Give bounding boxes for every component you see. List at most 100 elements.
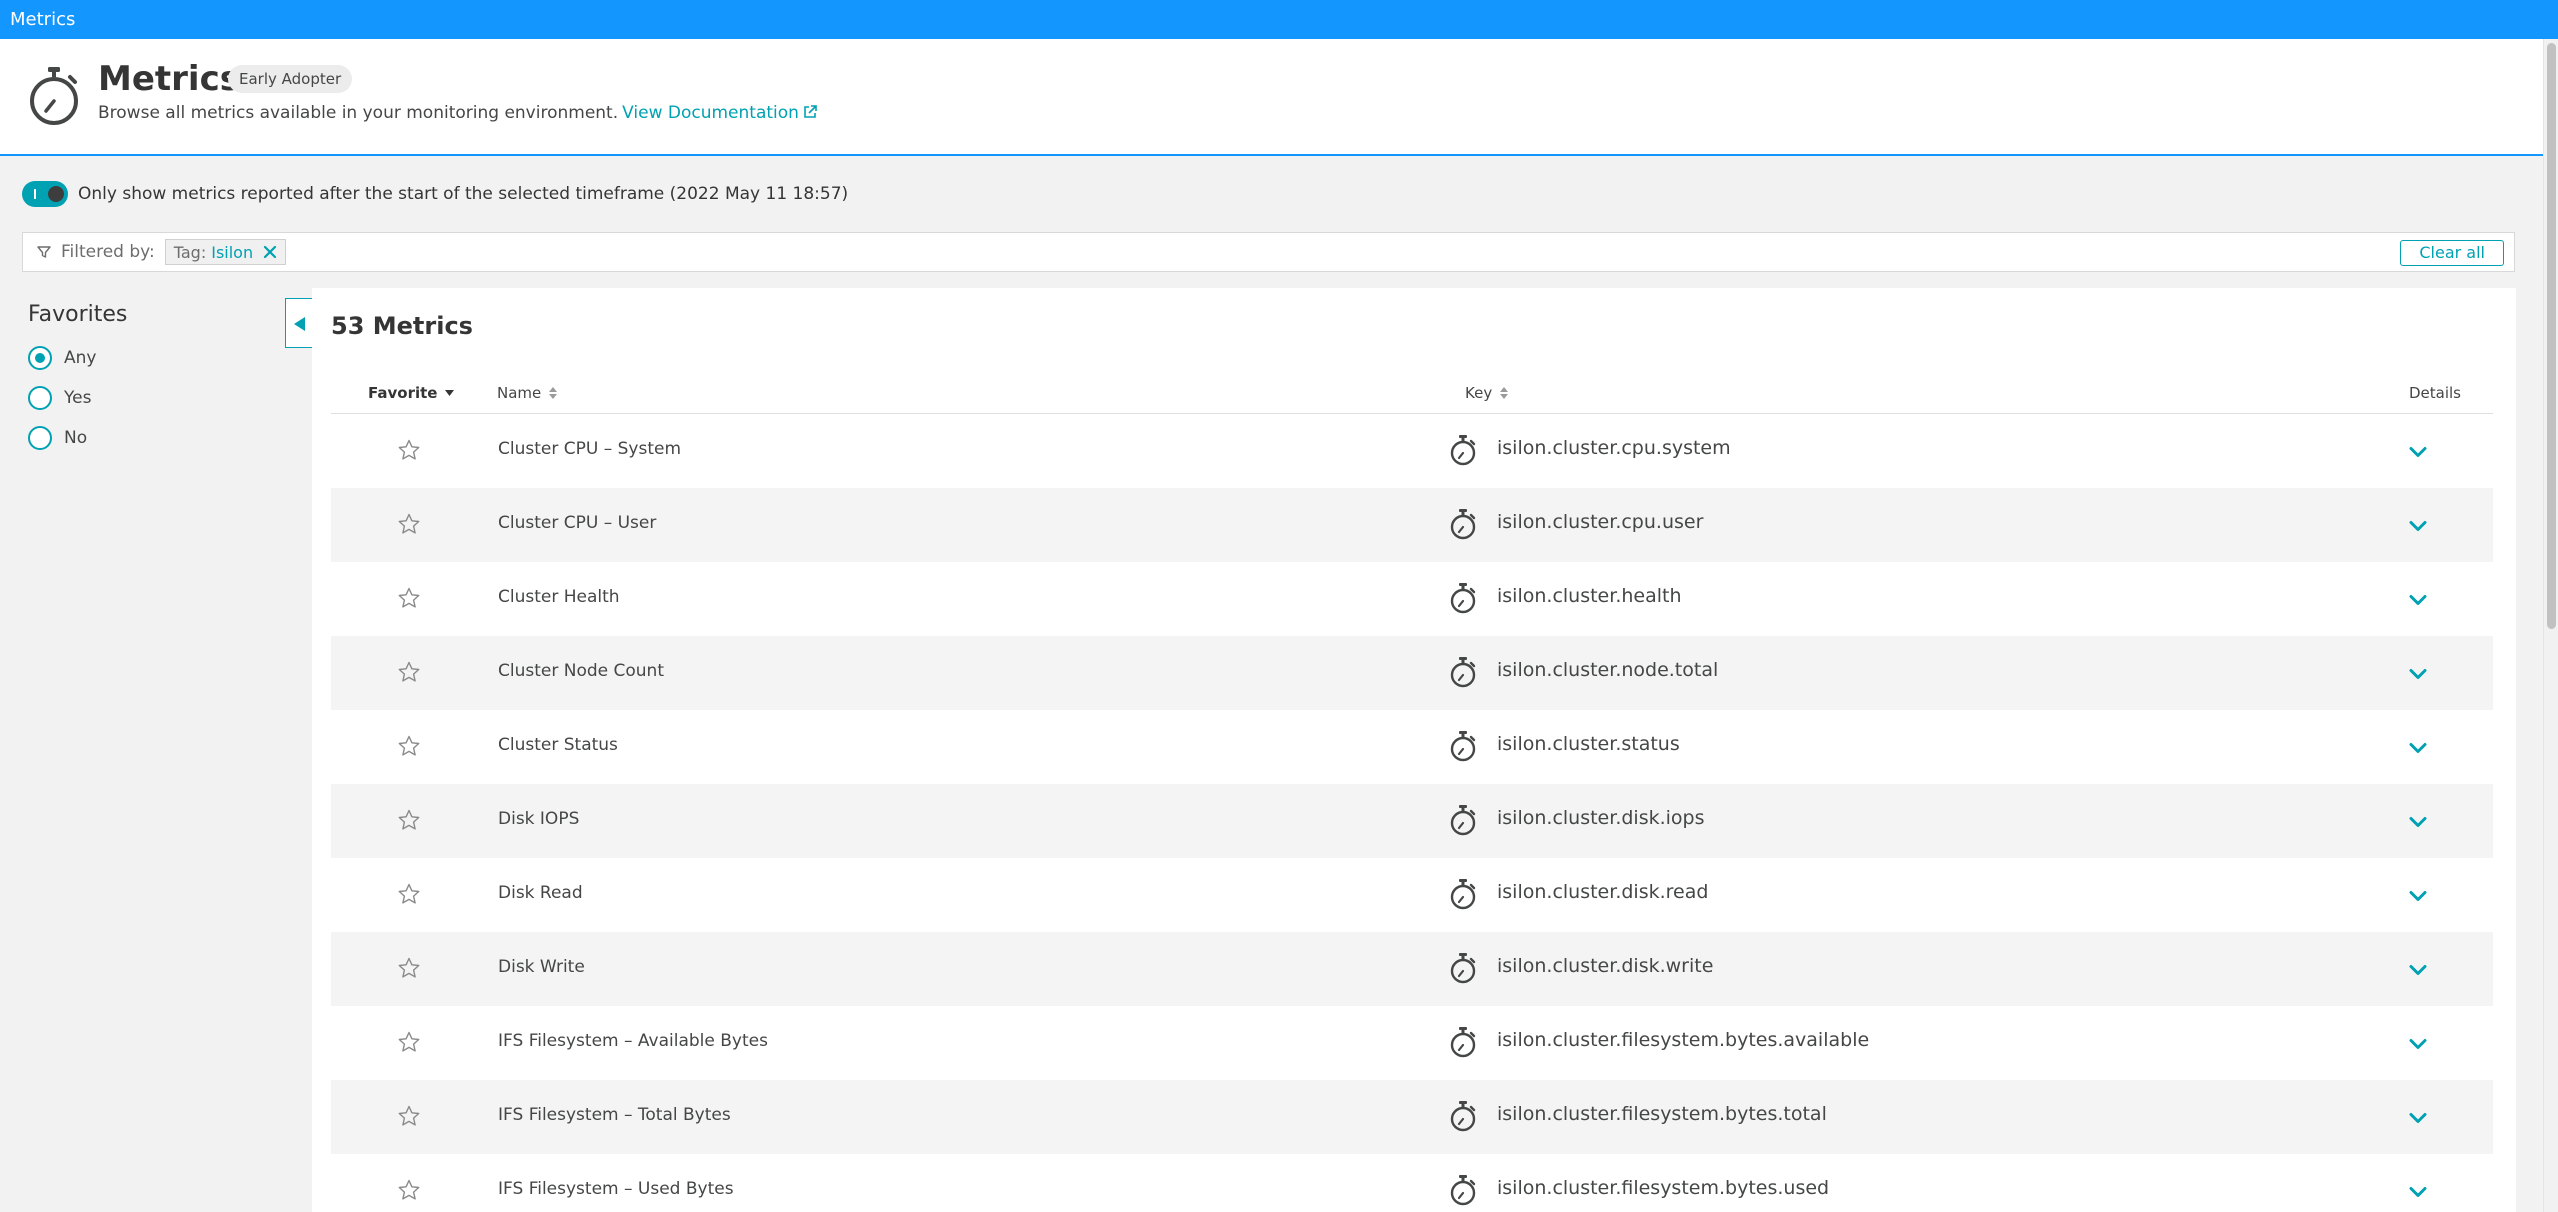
description-text: Browse all metrics available in your mon… — [98, 103, 619, 123]
stopwatch-icon — [1450, 953, 1476, 984]
table-row[interactable]: Cluster Health isilon.cluster.health — [331, 562, 2493, 636]
page-title: Metrics — [98, 59, 240, 99]
timeframe-toggle-row: Only show metrics reported after the sta… — [22, 180, 848, 208]
metric-key: isilon.cluster.cpu.system — [1497, 437, 1731, 459]
table-row[interactable]: Cluster CPU – System isilon.cluster.cpu.… — [331, 414, 2493, 488]
chevron-down-icon[interactable] — [2406, 662, 2430, 686]
favorites-option-any[interactable]: Any — [28, 346, 96, 370]
external-link-icon — [804, 105, 817, 118]
funnel-icon — [37, 246, 51, 258]
metric-name[interactable]: Cluster Node Count — [498, 661, 664, 681]
metric-name[interactable]: IFS Filesystem – Total Bytes — [498, 1105, 731, 1125]
caret-left-icon — [294, 317, 305, 331]
chevron-down-icon[interactable] — [2406, 810, 2430, 834]
metric-key: isilon.cluster.filesystem.bytes.used — [1497, 1177, 1830, 1199]
clear-all-button[interactable]: Clear all — [2400, 240, 2504, 266]
sidebar: Favorites Any Yes No — [0, 288, 310, 1212]
radio-button[interactable] — [28, 426, 52, 450]
view-documentation-link[interactable]: View Documentation — [622, 103, 817, 123]
metric-key: isilon.cluster.status — [1497, 733, 1680, 755]
metric-name[interactable]: Disk Read — [498, 883, 583, 903]
stopwatch-icon — [1450, 879, 1476, 910]
metric-name[interactable]: IFS Filesystem – Available Bytes — [498, 1031, 768, 1051]
star-outline-icon[interactable] — [397, 512, 421, 536]
column-header-key[interactable]: Key — [1465, 384, 1509, 402]
chevron-down-icon[interactable] — [2406, 958, 2430, 982]
stopwatch-icon — [1450, 1027, 1476, 1058]
metric-name[interactable]: Cluster CPU – User — [498, 513, 656, 533]
toggle-knob — [48, 186, 64, 202]
metric-key: isilon.cluster.filesystem.bytes.availabl… — [1497, 1029, 1870, 1051]
toggle-on-mark — [34, 189, 36, 199]
favorites-option-label: No — [64, 428, 88, 448]
star-outline-icon[interactable] — [397, 1104, 421, 1128]
table-row[interactable]: Disk Read isilon.cluster.disk.read — [331, 858, 2493, 932]
stopwatch-icon — [1450, 731, 1476, 762]
page-description: Browse all metrics available in your mon… — [98, 103, 817, 123]
stopwatch-icon — [1450, 509, 1476, 540]
page-scrollbar[interactable] — [2543, 39, 2558, 1212]
timeframe-toggle[interactable] — [22, 181, 68, 207]
close-icon[interactable] — [263, 245, 277, 259]
view-documentation-label: View Documentation — [622, 103, 799, 123]
star-outline-icon[interactable] — [397, 882, 421, 906]
star-outline-icon[interactable] — [397, 1178, 421, 1202]
metric-name[interactable]: IFS Filesystem – Used Bytes — [498, 1179, 734, 1199]
chevron-down-icon[interactable] — [2406, 884, 2430, 908]
metric-name[interactable]: Disk IOPS — [498, 809, 579, 829]
table-row[interactable]: IFS Filesystem – Available Bytes isilon.… — [331, 1006, 2493, 1080]
stopwatch-icon — [30, 67, 78, 125]
table-row[interactable]: Cluster Status isilon.cluster.status — [331, 710, 2493, 784]
metric-key: isilon.cluster.health — [1497, 585, 1682, 607]
radio-button[interactable] — [28, 386, 52, 410]
chevron-down-icon[interactable] — [2406, 588, 2430, 612]
favorites-option-no[interactable]: No — [28, 426, 87, 450]
column-header-label: Name — [497, 384, 542, 402]
star-outline-icon[interactable] — [397, 1030, 421, 1054]
star-outline-icon[interactable] — [397, 438, 421, 462]
filter-bar[interactable]: Filtered by: Tag: Isilon Clear all — [22, 232, 2515, 272]
metric-name[interactable]: Disk Write — [498, 957, 585, 977]
star-outline-icon[interactable] — [397, 956, 421, 980]
radio-button[interactable] — [28, 346, 52, 370]
metric-name[interactable]: Cluster CPU – System — [498, 439, 681, 459]
chevron-down-icon[interactable] — [2406, 440, 2430, 464]
chevron-down-icon[interactable] — [2406, 1180, 2430, 1204]
column-header-name[interactable]: Name — [497, 384, 558, 402]
chevron-down-icon[interactable] — [2406, 1106, 2430, 1130]
chevron-down-icon[interactable] — [2406, 736, 2430, 760]
star-outline-icon[interactable] — [397, 586, 421, 610]
metric-name[interactable]: Cluster Health — [498, 587, 620, 607]
table-row[interactable]: Disk Write isilon.cluster.disk.write — [331, 932, 2493, 1006]
stopwatch-icon — [1450, 657, 1476, 688]
metric-name[interactable]: Cluster Status — [498, 735, 618, 755]
table-row[interactable]: IFS Filesystem – Used Bytes isilon.clust… — [331, 1154, 2493, 1212]
stopwatch-icon — [1450, 1101, 1476, 1132]
chevron-down-icon[interactable] — [2406, 1032, 2430, 1056]
column-header-label: Favorite — [368, 384, 438, 402]
metrics-table-body: Cluster CPU – System isilon.cluster.cpu.… — [331, 414, 2493, 1212]
favorites-option-yes[interactable]: Yes — [28, 386, 91, 410]
table-row[interactable]: IFS Filesystem – Total Bytes isilon.clus… — [331, 1080, 2493, 1154]
timeframe-toggle-label: Only show metrics reported after the sta… — [78, 184, 849, 204]
filter-chip-tag[interactable]: Tag: Isilon — [164, 239, 287, 265]
stopwatch-icon — [1450, 805, 1476, 836]
metric-key: isilon.cluster.disk.write — [1497, 955, 1714, 977]
table-row[interactable]: Disk IOPS isilon.cluster.disk.iops — [331, 784, 2493, 858]
metric-key: isilon.cluster.filesystem.bytes.total — [1497, 1103, 1827, 1125]
column-header-favorite[interactable]: Favorite — [368, 384, 455, 402]
collapse-sidebar-button[interactable] — [285, 298, 313, 348]
column-header-label: Key — [1465, 384, 1493, 402]
chevron-down-icon[interactable] — [2406, 514, 2430, 538]
star-outline-icon[interactable] — [397, 660, 421, 684]
table-row[interactable]: Cluster Node Count isilon.cluster.node.t… — [331, 636, 2493, 710]
star-outline-icon[interactable] — [397, 734, 421, 758]
column-header-details: Details — [2409, 384, 2461, 402]
favorites-option-label: Any — [64, 348, 97, 368]
star-outline-icon[interactable] — [397, 808, 421, 832]
table-row[interactable]: Cluster CPU – User isilon.cluster.cpu.us… — [331, 488, 2493, 562]
metric-key: isilon.cluster.disk.read — [1497, 881, 1709, 903]
scrollbar-thumb[interactable] — [2547, 43, 2556, 629]
metric-key: isilon.cluster.node.total — [1497, 659, 1719, 681]
sort-icon — [549, 387, 558, 399]
